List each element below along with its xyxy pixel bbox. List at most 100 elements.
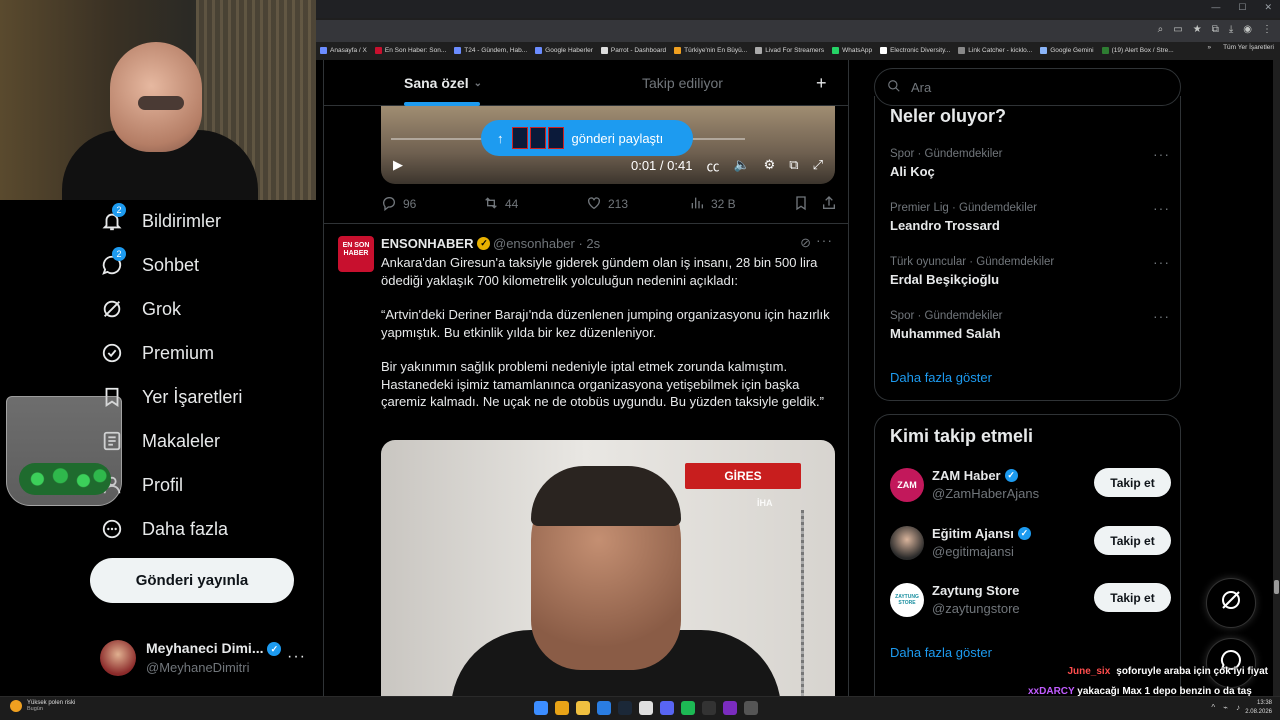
grok-floating-button[interactable] xyxy=(1206,578,1256,628)
bookmark-item[interactable]: Link Catcher - kicklo... xyxy=(958,46,1032,54)
app-icon[interactable] xyxy=(723,701,737,715)
trend-item[interactable]: Türk oyuncular · Gündemdekiler Erdal Beş… xyxy=(890,254,1170,296)
nav-item-chat[interactable]: 2 Sohbet xyxy=(100,247,199,280)
weather-widget[interactable]: Yüksek polen riski Bugün xyxy=(10,700,75,712)
bookmark-button[interactable] xyxy=(793,195,809,214)
more-icon[interactable]: ··· xyxy=(816,232,833,248)
like-button[interactable]: 213 xyxy=(586,195,628,214)
share-button[interactable] xyxy=(821,195,837,214)
network-icon[interactable]: ⌁ xyxy=(1223,703,1228,712)
suggestion-name-text: ZAM Haber xyxy=(932,468,1001,483)
follow-button[interactable]: Takip et xyxy=(1094,526,1171,555)
trends-show-more-link[interactable]: Daha fazla göster xyxy=(890,370,992,385)
discord-icon[interactable] xyxy=(660,701,674,715)
zoom-icon[interactable]: ⌕ xyxy=(1158,24,1164,35)
pip-icon[interactable]: ⧉ xyxy=(789,157,798,173)
address-bar[interactable]: ⌕ ▭ ★ ⧉ ⤓ ◉ ⋮ xyxy=(316,20,1280,42)
grok-icon[interactable]: ⊘ xyxy=(800,235,811,251)
bookmarks-bar: Anasayfa / X En Son Haber: Son... T24 - … xyxy=(316,42,1280,58)
more-icon[interactable]: ··· xyxy=(1153,146,1170,162)
profile-icon[interactable]: ◉ xyxy=(1243,24,1252,35)
close-icon[interactable]: ✕ xyxy=(1264,2,1272,13)
bookmark-favicon-icon xyxy=(320,46,327,54)
captions-icon[interactable]: ㏄ xyxy=(706,156,719,175)
app-icon[interactable] xyxy=(639,701,653,715)
follow-suggestion[interactable]: Eğitim Ajansı ✓ @egitimajansi Takip et xyxy=(890,526,1171,566)
trend-item[interactable]: Premier Lig · Gündemdekiler Leandro Tros… xyxy=(890,200,1170,242)
bookmark-item[interactable]: Türkiye'nin En Büyü... xyxy=(674,46,747,54)
bookmark-item[interactable]: Google Haberler xyxy=(535,46,593,54)
repost-button[interactable]: 44 xyxy=(483,195,518,214)
repost-count: 44 xyxy=(505,197,519,211)
more-icon[interactable]: ··· xyxy=(1153,200,1170,216)
nav-item-grok[interactable]: Grok xyxy=(100,294,181,324)
bookmark-item[interactable]: Google Gemini xyxy=(1040,46,1094,54)
who-to-follow-show-more-link[interactable]: Daha fazla göster xyxy=(890,645,992,660)
bookmark-item[interactable]: Parrot - Dashboard xyxy=(600,46,666,54)
nav-item-premium[interactable]: Premium xyxy=(100,338,214,368)
avatar[interactable]: ZAM xyxy=(890,468,924,502)
bookmark-item[interactable]: Anasayfa / X xyxy=(320,46,367,54)
extensions-icon[interactable]: ⧉ xyxy=(1212,24,1219,35)
follow-suggestion[interactable]: ZAYTUNG STORE Zaytung Store @zaytungstor… xyxy=(890,583,1171,623)
tab-following[interactable]: Takip ediliyor xyxy=(642,60,723,106)
share-notification-pill[interactable]: ↑ gönderi paylaştı xyxy=(481,120,693,156)
trend-item[interactable]: Spor · Gündemdekiler Muhammed Salah ··· xyxy=(890,308,1170,350)
app-icon[interactable] xyxy=(597,701,611,715)
volume-icon[interactable]: 🔈 xyxy=(733,157,749,173)
spotify-icon[interactable] xyxy=(681,701,695,715)
bookmarks-overflow-button[interactable]: » xyxy=(1207,44,1211,51)
tab-for-you[interactable]: Sana özel ⌄ xyxy=(404,60,482,106)
chrome-icon[interactable] xyxy=(555,701,569,715)
maximize-icon[interactable]: ☐ xyxy=(1238,2,1246,13)
bookmark-item[interactable]: T24 - Gündem, Hab... xyxy=(454,46,527,54)
download-icon[interactable]: ⤓ xyxy=(1229,24,1233,35)
avatar[interactable]: ZAYTUNG STORE xyxy=(890,583,924,617)
avatar[interactable] xyxy=(890,526,924,560)
chevron-up-icon[interactable]: ^ xyxy=(1211,703,1215,712)
minimize-icon[interactable]: — xyxy=(1211,2,1220,13)
add-timeline-button[interactable]: + xyxy=(816,60,827,106)
post-button[interactable]: Gönderi yayınla xyxy=(90,558,294,603)
start-icon[interactable] xyxy=(534,701,548,715)
arrow-up-icon: ↑ xyxy=(497,130,504,146)
account-switcher[interactable]: Meyhaneci Dimi... ✓ @MeyhaneDimitri ··· xyxy=(100,636,310,680)
taskbar-clock[interactable]: 13:38 2.08.2026 xyxy=(1245,699,1272,717)
bookmark-item[interactable]: WhatsApp xyxy=(832,46,872,54)
nav-item-notifications[interactable]: 2 Bildirimler xyxy=(100,203,221,236)
more-icon[interactable]: ··· xyxy=(287,648,306,666)
bookmark-item[interactable]: Livad For Streamers xyxy=(755,46,824,54)
bookmark-item[interactable]: Electronic Diversity... xyxy=(880,46,950,54)
tweet-text: Ankara'dan Giresun'a taksiyle giderek gü… xyxy=(381,254,837,428)
bookmark-item[interactable]: En Son Haber: Son... xyxy=(374,46,446,54)
follow-suggestion[interactable]: ZAM ZAM Haber ✓ @ZamHaberAjans Takip et xyxy=(890,468,1171,508)
folder-icon[interactable] xyxy=(576,701,590,715)
scrollbar-thumb[interactable] xyxy=(1274,580,1279,594)
bookmark-item[interactable]: (19) Alert Box / Stre... xyxy=(1101,46,1174,54)
follow-button[interactable]: Takip et xyxy=(1094,468,1171,497)
tweet-video[interactable]: GİRES İHA xyxy=(381,440,835,696)
reply-button[interactable]: 96 xyxy=(381,195,416,214)
follow-button[interactable]: Takip et xyxy=(1094,583,1171,612)
tweet[interactable]: EN SON HABER ENSONHABER ✓ @ensonhaber · … xyxy=(324,224,848,696)
volume-icon[interactable]: ♪ xyxy=(1236,703,1240,712)
menu-icon[interactable]: ⋮ xyxy=(1262,24,1272,35)
steam-icon[interactable] xyxy=(618,701,632,715)
settings-icon[interactable]: ⚙ xyxy=(764,157,776,173)
nav-item-more[interactable]: Daha fazla xyxy=(100,514,228,544)
all-bookmarks-button[interactable]: Tüm Yer İşaretleri xyxy=(1223,44,1274,51)
epic-games-icon[interactable] xyxy=(702,701,716,715)
avatar[interactable]: EN SON HABER xyxy=(338,236,374,272)
fullscreen-icon[interactable]: ⤢ xyxy=(813,157,823,173)
play-icon[interactable]: ▶ xyxy=(393,157,403,173)
more-icon[interactable]: ··· xyxy=(1153,254,1170,270)
trend-item[interactable]: Spor · Gündemdekiler Ali Koç ··· xyxy=(890,146,1170,188)
page-scrollbar[interactable] xyxy=(1273,60,1280,696)
views-button[interactable]: 32 B xyxy=(689,195,736,214)
tweet-author[interactable]: ENSONHABER ✓ xyxy=(381,236,491,251)
cast-icon[interactable]: ▭ xyxy=(1173,24,1182,35)
app-icon[interactable] xyxy=(744,701,758,715)
more-icon[interactable]: ··· xyxy=(1153,308,1170,324)
clock-time: 13:38 xyxy=(1256,700,1272,706)
star-icon[interactable]: ★ xyxy=(1193,24,1202,35)
